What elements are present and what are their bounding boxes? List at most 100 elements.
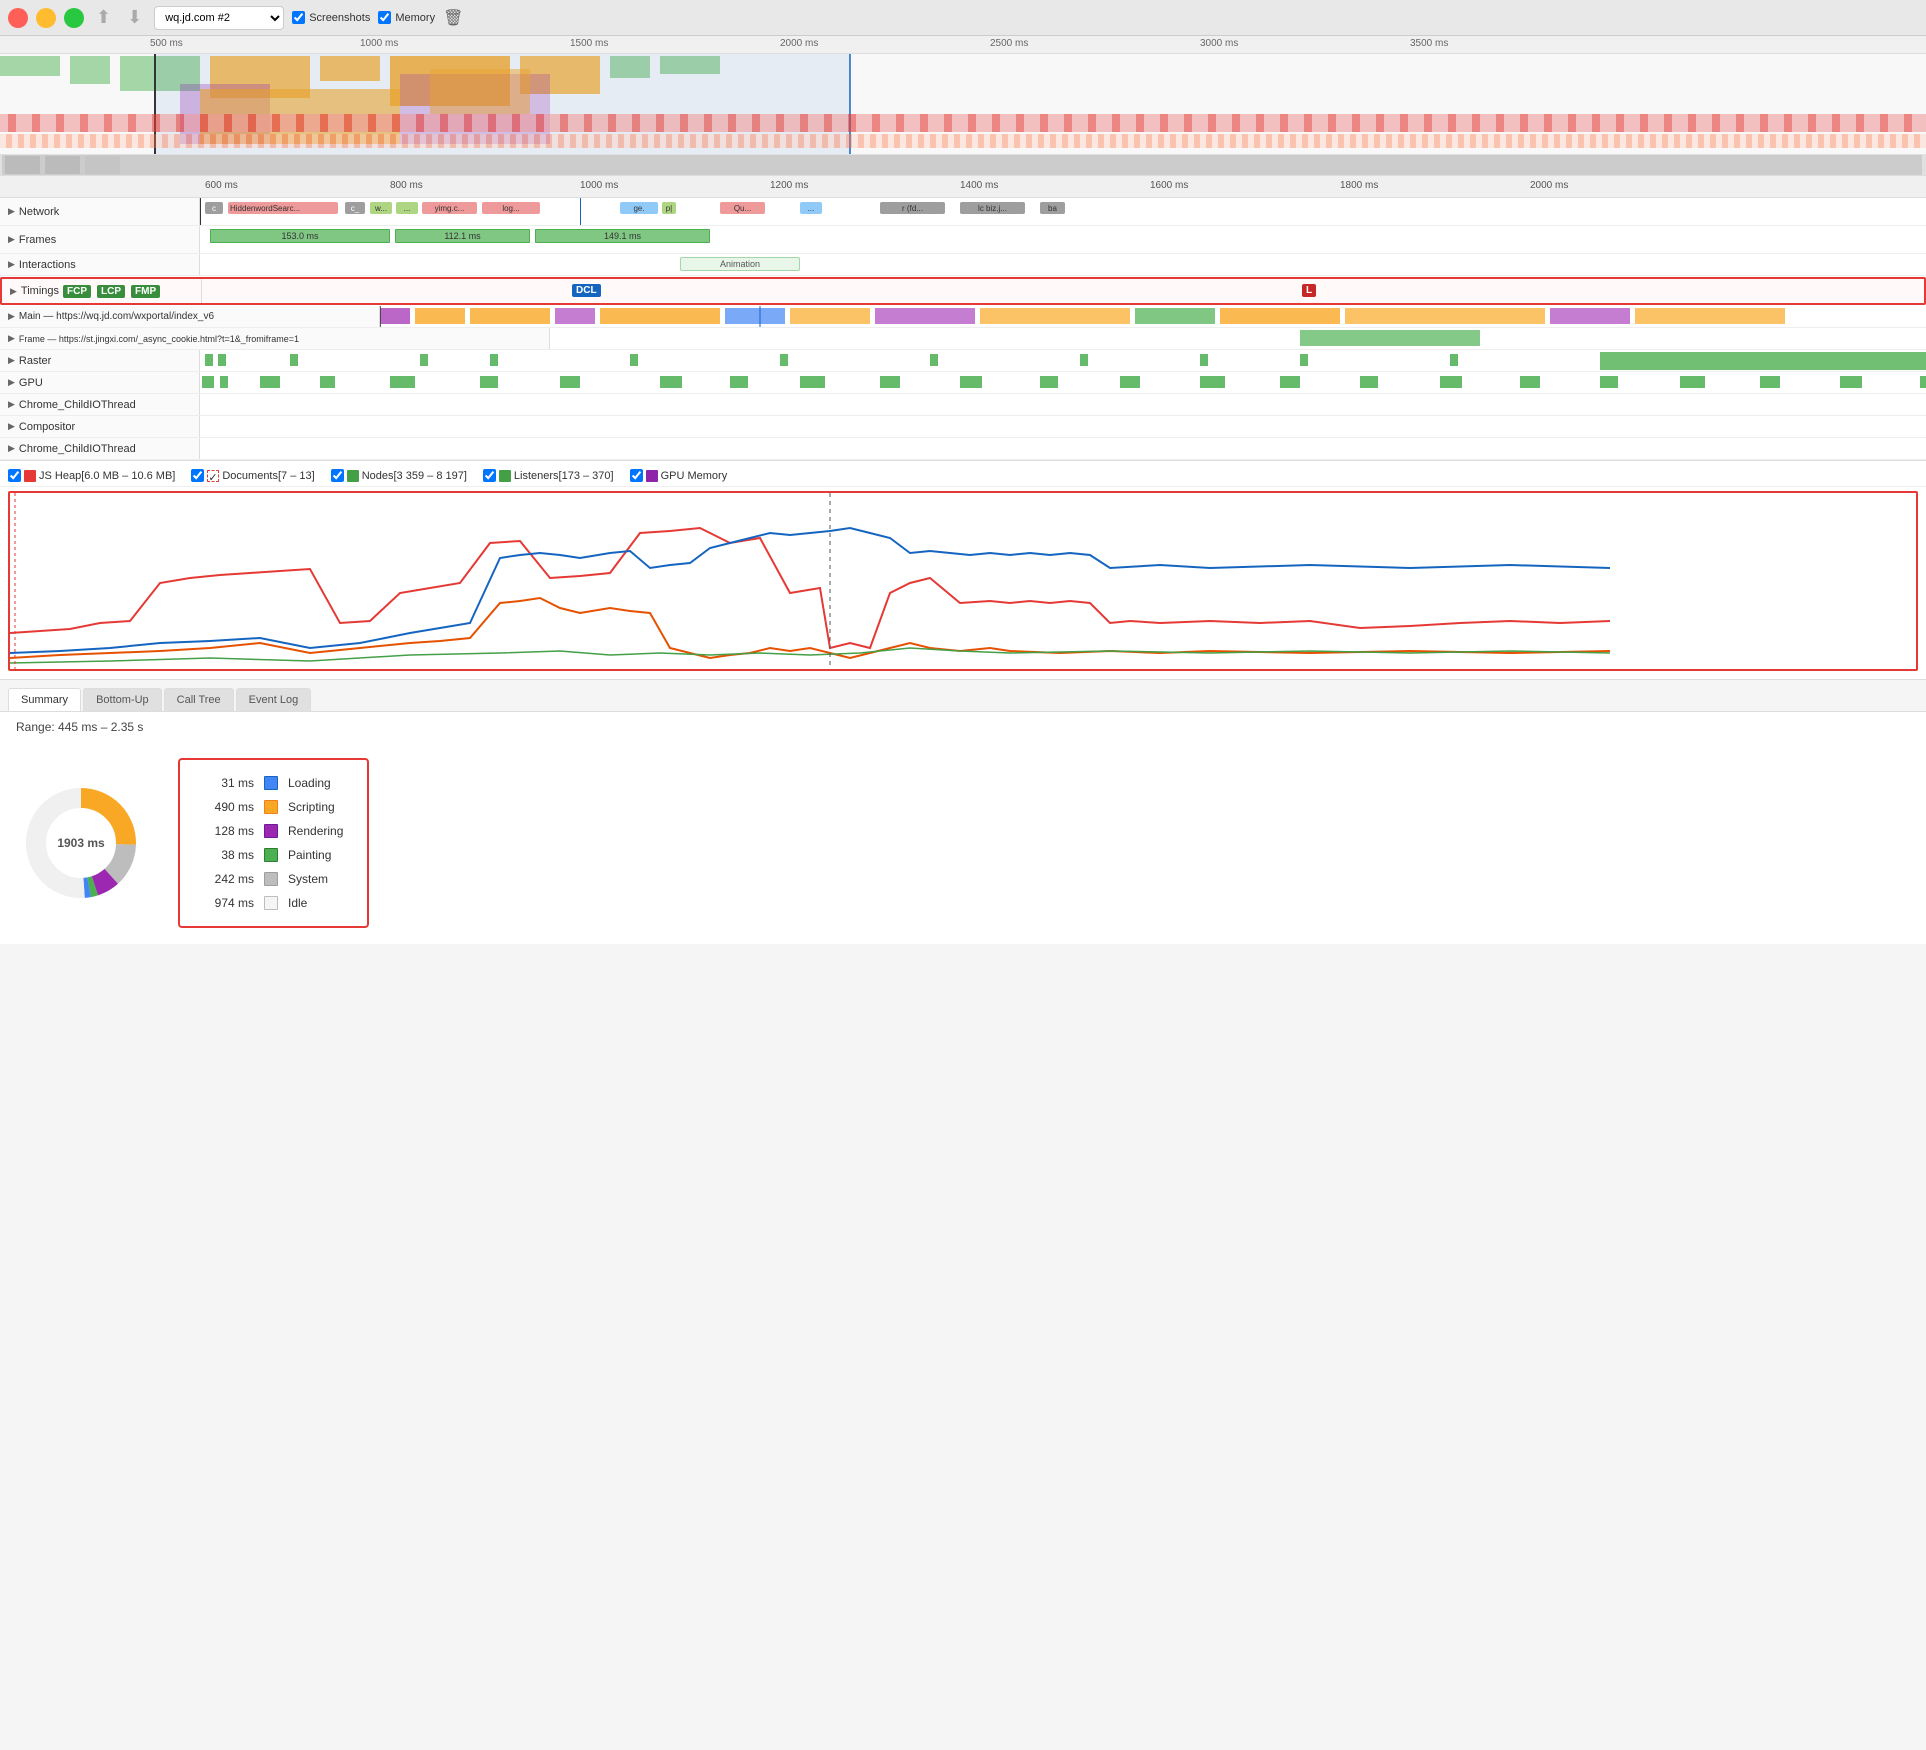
toolbar: ⬆ ⬇ wq.jd.com #2 Screenshots Memory 🗑: [0, 0, 1926, 36]
expand-main[interactable]: ▶: [8, 311, 15, 322]
timings-label: Timings: [21, 285, 59, 297]
js-heap-label: JS Heap[6.0 MB – 10.6 MB]: [39, 470, 175, 482]
profile-select[interactable]: wq.jd.com #2: [154, 6, 284, 30]
system-label: System: [288, 872, 328, 886]
tab-summary[interactable]: Summary: [8, 688, 81, 711]
documents-dot: ✓: [207, 470, 219, 482]
ruler-1600: 1600 ms: [1150, 180, 1188, 191]
net-bar-dots: ...: [396, 202, 418, 214]
chrome-child-1-label: Chrome_ChildIOThread: [19, 399, 136, 411]
rendering-color: [264, 824, 278, 838]
track-timings: ▶ Timings FCP LCP FMP DCL L: [0, 277, 1926, 305]
idle-label: Idle: [288, 896, 307, 910]
net-bar-qu: Qu...: [720, 202, 765, 214]
expand-frame[interactable]: ▶: [8, 333, 15, 344]
ruler-tick-500: 500 ms: [150, 38, 183, 49]
gpu-label: GPU: [19, 377, 43, 389]
ruler-tick-3500: 3500 ms: [1410, 38, 1448, 49]
raster-content: [200, 350, 1926, 371]
expand-interactions[interactable]: ▶: [8, 259, 15, 270]
overview-panel: 500 ms 1000 ms 1500 ms 2000 ms 2500 ms 3…: [0, 36, 1926, 176]
badge-dcl: DCL: [572, 284, 601, 297]
legend-scripting: 490 ms Scripting: [204, 800, 343, 814]
ruler-tick-2000: 2000 ms: [780, 38, 818, 49]
donut-area: 1903 ms 31 ms Loading 490 ms Scripting 1…: [0, 742, 1926, 944]
net-bar-yimg: yimg.c...: [422, 202, 477, 214]
memory-section: JS Heap[6.0 MB – 10.6 MB] ✓ Documents[7 …: [0, 461, 1926, 680]
track-label-raster[interactable]: ▶ Raster: [0, 350, 200, 371]
nodes-checkbox[interactable]: [331, 469, 344, 482]
gpu-memory-checkbox[interactable]: [630, 469, 643, 482]
net-bar-ba: ba: [1040, 202, 1065, 214]
gpu-content: [200, 372, 1926, 393]
js-heap-checkbox[interactable]: [8, 469, 21, 482]
badge-l: L: [1302, 284, 1316, 297]
track-chrome-child-2: ▶ Chrome_ChildIOThread: [0, 438, 1926, 460]
track-label-compositor[interactable]: ▶ Compositor: [0, 416, 200, 437]
expand-timings[interactable]: ▶: [10, 286, 17, 297]
trash-icon[interactable]: 🗑: [443, 8, 463, 28]
timings-content: DCL L: [202, 279, 1924, 303]
minimize-button[interactable]: [36, 8, 56, 28]
badge-fmp: FMP: [131, 285, 160, 298]
expand-compositor[interactable]: ▶: [8, 421, 15, 432]
expand-chrome-child-1[interactable]: ▶: [8, 399, 15, 410]
donut-chart: 1903 ms: [16, 778, 146, 908]
scripting-label: Scripting: [288, 800, 335, 814]
frame-iframe-content: [550, 328, 1926, 349]
track-chrome-child-1: ▶ Chrome_ChildIOThread: [0, 394, 1926, 416]
screenshots-label: Screenshots: [309, 12, 370, 24]
ruler-tick-1500: 1500 ms: [570, 38, 608, 49]
track-label-interactions[interactable]: ▶ Interactions: [0, 254, 200, 275]
track-label-frame[interactable]: ▶ Frame — https://st.jingxi.com/_async_c…: [0, 328, 550, 349]
painting-color: [264, 848, 278, 862]
bottom-tabs: Summary Bottom-Up Call Tree Event Log: [0, 680, 1926, 712]
painting-ms: 38 ms: [204, 848, 254, 862]
upload-icon: ⬆: [96, 7, 111, 28]
track-label-chrome-child-2[interactable]: ▶ Chrome_ChildIOThread: [0, 438, 200, 459]
frame-bar-3: 149.1 ms: [535, 229, 710, 243]
track-raster: ▶ Raster: [0, 350, 1926, 372]
raster-label: Raster: [19, 355, 51, 367]
documents-checkbox[interactable]: [191, 469, 204, 482]
maximize-button[interactable]: [64, 8, 84, 28]
tab-bottom-up[interactable]: Bottom-Up: [83, 688, 162, 711]
legend-listeners: Listeners[173 – 370]: [483, 469, 614, 482]
net-bar-w: w...: [370, 202, 392, 214]
close-button[interactable]: [8, 8, 28, 28]
screenshots-checkbox[interactable]: [292, 11, 305, 24]
track-compositor: ▶ Compositor: [0, 416, 1926, 438]
expand-chrome-child-2[interactable]: ▶: [8, 443, 15, 454]
download-icon: ⬇: [127, 7, 142, 28]
legend-js-heap: JS Heap[6.0 MB – 10.6 MB]: [8, 469, 175, 482]
idle-ms: 974 ms: [204, 896, 254, 910]
track-label-gpu[interactable]: ▶ GPU: [0, 372, 200, 393]
memory-checkbox[interactable]: [378, 11, 391, 24]
track-frame-iframe: ▶ Frame — https://st.jingxi.com/_async_c…: [0, 328, 1926, 350]
expand-frames[interactable]: ▶: [8, 234, 15, 245]
legend-nodes: Nodes[3 359 – 8 197]: [331, 469, 467, 482]
ruler-1200: 1200 ms: [770, 180, 808, 191]
track-label-main[interactable]: ▶ Main — https://wq.jd.com/wxportal/inde…: [0, 306, 380, 327]
listeners-checkbox[interactable]: [483, 469, 496, 482]
net-bar-p: p|: [662, 202, 676, 214]
painting-label: Painting: [288, 848, 331, 862]
screenshots-toggle[interactable]: Screenshots: [292, 11, 370, 24]
legend-painting: 38 ms Painting: [204, 848, 343, 862]
legend-documents: ✓ Documents[7 – 13]: [191, 469, 314, 482]
track-label-timings[interactable]: ▶ Timings FCP LCP FMP: [2, 279, 202, 303]
expand-network[interactable]: ▶: [8, 206, 15, 217]
track-interactions: ▶ Interactions Animation: [0, 254, 1926, 276]
expand-gpu[interactable]: ▶: [8, 377, 15, 388]
memory-toggle[interactable]: Memory: [378, 11, 435, 24]
track-label-network[interactable]: ▶ Network: [0, 198, 200, 225]
net-bar-c2: c_: [345, 202, 365, 214]
expand-raster[interactable]: ▶: [8, 355, 15, 366]
track-label-frames[interactable]: ▶ Frames: [0, 226, 200, 253]
ruler-800: 800 ms: [390, 180, 423, 191]
tab-call-tree[interactable]: Call Tree: [164, 688, 234, 711]
ruler-tick-1000: 1000 ms: [360, 38, 398, 49]
tab-event-log[interactable]: Event Log: [236, 688, 312, 711]
animation-bar: Animation: [680, 257, 800, 271]
track-label-chrome-child-1[interactable]: ▶ Chrome_ChildIOThread: [0, 394, 200, 415]
